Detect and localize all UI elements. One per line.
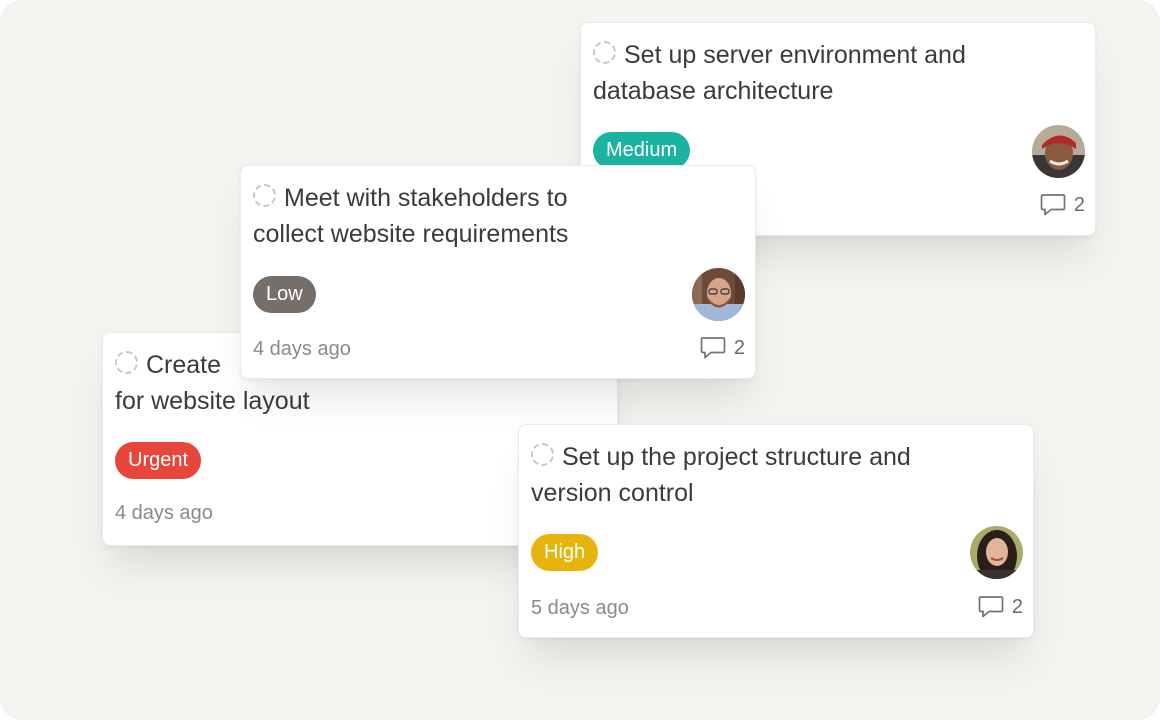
dashed-circle-icon[interactable] bbox=[253, 184, 276, 207]
task-timestamp: 5 days ago bbox=[531, 597, 629, 619]
task-timestamp: 4 days ago bbox=[253, 338, 351, 360]
dashed-circle-icon[interactable] bbox=[593, 41, 616, 64]
priority-badge: Low bbox=[253, 276, 316, 313]
speech-bubble-icon bbox=[700, 337, 726, 359]
task-card[interactable]: Set up the project structure and version… bbox=[518, 424, 1034, 638]
avatar bbox=[692, 268, 745, 321]
priority-badge: Urgent bbox=[115, 442, 202, 479]
task-title-line2: for website layout bbox=[115, 387, 310, 415]
task-title-text: Set up the project structure and version… bbox=[531, 443, 911, 507]
priority-badge: High bbox=[531, 534, 599, 571]
task-title-text: Meet with stakeholders to collect websit… bbox=[253, 184, 569, 248]
comment-count-value: 2 bbox=[733, 336, 745, 359]
dashed-circle-icon[interactable] bbox=[531, 443, 554, 466]
comment-count-value: 2 bbox=[1073, 193, 1085, 216]
board-canvas: Set up server environment and database a… bbox=[0, 0, 1160, 720]
avatar bbox=[970, 526, 1023, 579]
task-card[interactable]: Meet with stakeholders to collect websit… bbox=[240, 165, 756, 379]
avatar bbox=[1032, 125, 1085, 178]
task-title-text: Set up server environment and database a… bbox=[593, 41, 966, 105]
speech-bubble-icon bbox=[978, 596, 1004, 618]
comment-count[interactable]: 2 bbox=[700, 336, 745, 360]
task-title[interactable]: Set up server environment and database a… bbox=[593, 37, 1035, 109]
speech-bubble-icon bbox=[1040, 194, 1066, 216]
task-timestamp: 4 days ago bbox=[115, 502, 213, 524]
task-title[interactable]: Set up the project structure and version… bbox=[531, 439, 973, 511]
task-title[interactable]: Meet with stakeholders to collect websit… bbox=[253, 180, 605, 252]
dashed-circle-icon[interactable] bbox=[115, 351, 138, 374]
task-title-text: Create bbox=[146, 351, 222, 379]
priority-badge: Medium bbox=[593, 132, 691, 169]
comment-count[interactable]: 2 bbox=[978, 595, 1023, 619]
comment-count-value: 2 bbox=[1011, 595, 1023, 618]
comment-count[interactable]: 2 bbox=[1040, 193, 1085, 217]
